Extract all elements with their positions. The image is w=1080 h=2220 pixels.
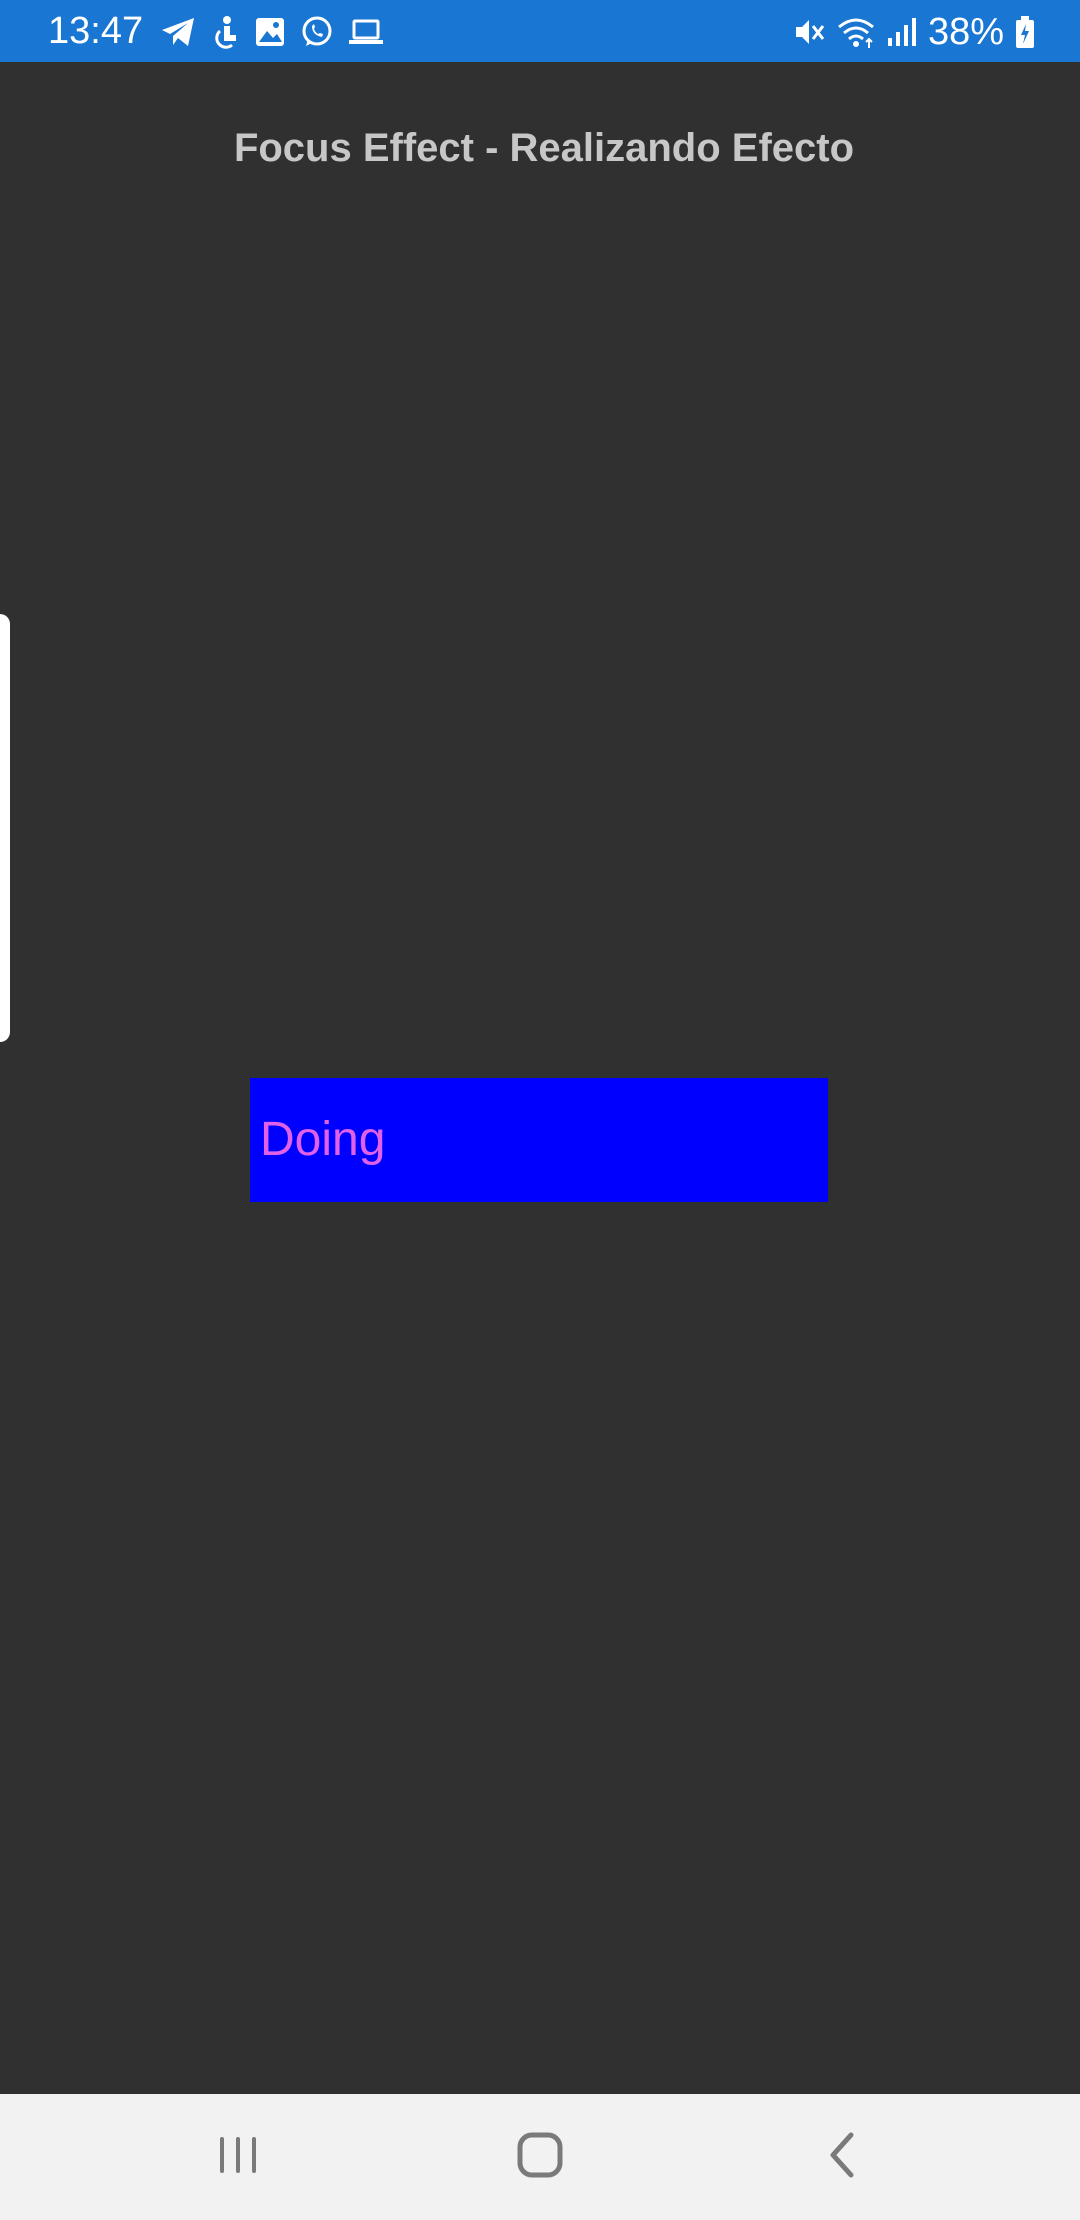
status-bar: 13:47 38% [0,0,1080,62]
mute-icon [792,15,826,49]
home-icon [517,2132,563,2183]
telegram-icon [160,16,196,48]
recents-button[interactable] [178,2114,298,2200]
gallery-icon [254,16,286,48]
navigation-bar [0,2094,1080,2220]
whatsapp-icon [300,15,334,49]
system-status-icons: 38% [792,10,1036,54]
back-button[interactable] [782,2114,902,2200]
signal-icon [886,16,918,48]
wifi-icon [836,15,876,49]
edge-panel-handle[interactable] [0,614,10,1042]
focus-effect-box[interactable]: Doing [250,1078,828,1202]
status-time: 13:47 [48,10,144,52]
home-button[interactable] [480,2114,600,2200]
laptop-icon [348,17,384,47]
back-icon [827,2132,857,2183]
app-screen: 13:47 38% Focus Effect - Realizando Efec… [0,0,1080,2220]
battery-charging-icon [1014,15,1036,49]
page-title: Focus Effect - Realizando Efecto [233,126,855,170]
recents-icon [216,2135,260,2180]
focus-box-label: Doing [260,1113,386,1166]
battery-percentage: 38% [927,11,1004,53]
accessibility-icon [210,15,240,49]
notification-icons [160,12,384,52]
